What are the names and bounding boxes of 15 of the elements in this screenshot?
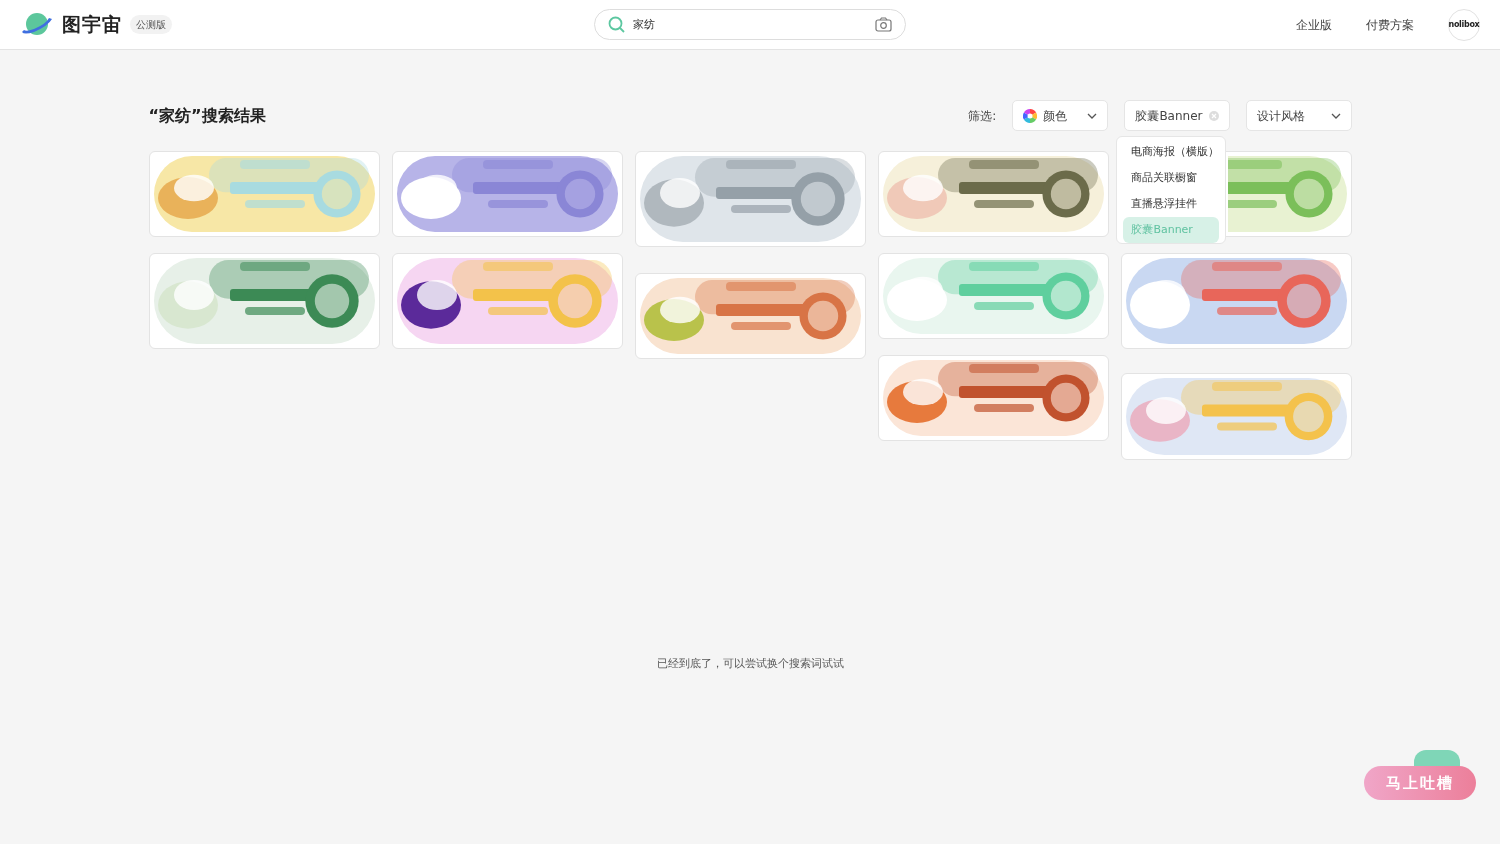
search-field[interactable]: 家纺	[594, 9, 906, 40]
dropdown-item[interactable]: 电商海报（横版）	[1123, 139, 1220, 165]
dropdown-item[interactable]: 商品关联橱窗	[1123, 165, 1220, 191]
filter-dropdown[interactable]: 设计风格	[1245, 100, 1352, 131]
dropdown-item[interactable]: 直播悬浮挂件	[1123, 191, 1220, 217]
filter-dropdown[interactable]: 颜色	[1012, 100, 1109, 131]
nav-link[interactable]: 付费方案	[1366, 15, 1414, 34]
filter-dropdown[interactable]: 胶囊Banner	[1124, 100, 1230, 131]
end-message: 已经到底了，可以尝试换个搜索词试试	[656, 657, 844, 670]
logo-text[interactable]: 图宇宙	[62, 10, 122, 39]
results-title: “家纺”搜索结果	[148, 104, 266, 127]
filter-label: 筛选:	[968, 107, 997, 125]
beta-label: 公测版	[130, 15, 172, 34]
user-avatar[interactable]: nolibox	[1448, 8, 1480, 41]
nav-link[interactable]: 企业版	[1296, 15, 1332, 34]
